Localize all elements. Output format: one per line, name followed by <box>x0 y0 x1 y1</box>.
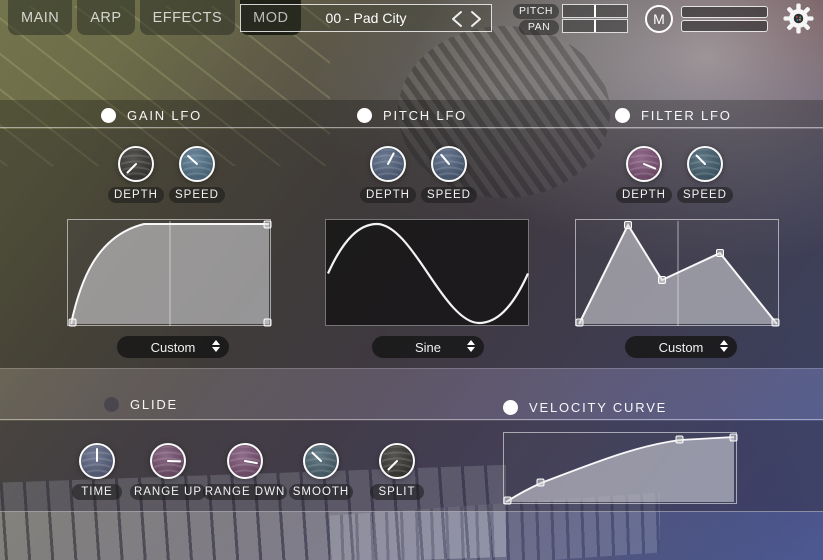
curve-handle[interactable] <box>504 497 511 504</box>
preset-next-icon[interactable] <box>467 9 484 29</box>
pitch-lfo-toggle[interactable] <box>357 108 372 123</box>
gain-lfo-toggle[interactable] <box>101 108 116 123</box>
glide-header-band <box>0 368 823 420</box>
pitch-depth-knob[interactable] <box>370 146 406 182</box>
gain-wave-dropdown[interactable]: Custom <box>117 336 229 358</box>
wave-line <box>328 224 528 323</box>
mono-button[interactable]: M <box>645 5 673 33</box>
velocity-curve-header: VELOCITY CURVE <box>503 400 667 415</box>
glide-smooth-knob[interactable] <box>303 443 339 479</box>
pan-slider[interactable] <box>562 19 628 33</box>
filter-speed-label: SPEED <box>677 187 733 203</box>
wave-handle[interactable] <box>69 319 76 326</box>
glide-title: GLIDE <box>130 397 178 412</box>
curve-fill <box>506 437 734 502</box>
wave-handle[interactable] <box>659 277 666 284</box>
pitch-slider[interactable] <box>562 4 628 18</box>
gain-speed-knob[interactable] <box>179 146 215 182</box>
gain-lfo-wave-display[interactable] <box>67 219 271 326</box>
glide-range-dwn-knob[interactable] <box>227 443 263 479</box>
velocity-curve-title: VELOCITY CURVE <box>529 400 667 415</box>
wave-handle[interactable] <box>576 319 583 326</box>
curve-handle[interactable] <box>537 479 544 486</box>
pitch-speed-knob[interactable] <box>431 146 467 182</box>
glide-range-up-knob[interactable] <box>150 443 186 479</box>
glide-smooth-label: SMOOTH <box>289 484 353 500</box>
curve-handle[interactable] <box>676 436 683 443</box>
tab-arp[interactable]: ARP <box>77 0 134 35</box>
pitch-lfo-title: PITCH LFO <box>383 108 467 123</box>
wave-handle[interactable] <box>625 222 632 229</box>
pan-label: PAN <box>519 20 559 35</box>
pitch-lfo-header: PITCH LFO <box>357 108 467 123</box>
pitch-label: PITCH <box>513 4 559 19</box>
filter-depth-label: DEPTH <box>616 187 672 203</box>
pitch-slider-handle[interactable] <box>594 5 596 17</box>
filter-wave-value: Custom <box>659 340 704 355</box>
wave-fill <box>71 224 269 324</box>
glide-toggle[interactable] <box>104 397 119 412</box>
gain-speed-label: SPEED <box>169 187 225 203</box>
gain-depth-knob[interactable] <box>118 146 154 182</box>
glide-split-label: SPLIT <box>370 484 424 500</box>
tab-effects[interactable]: EFFECTS <box>140 0 236 35</box>
wave-handle[interactable] <box>717 250 724 257</box>
glide-time-knob[interactable] <box>79 443 115 479</box>
preset-prev-icon[interactable] <box>449 9 466 29</box>
meter-bar-right <box>681 20 768 32</box>
filter-lfo-toggle[interactable] <box>615 108 630 123</box>
dropdown-arrows-icon <box>212 340 220 352</box>
glide-time-label: TIME <box>72 484 122 500</box>
dropdown-arrows-icon <box>467 340 475 352</box>
plugin-window: MAIN ARP EFFECTS MOD 00 - Pad City PITCH… <box>0 0 823 560</box>
filter-speed-knob[interactable] <box>687 146 723 182</box>
filter-wave-dropdown[interactable]: Custom <box>625 336 737 358</box>
preset-arrows <box>449 9 484 29</box>
pitch-wave-dropdown[interactable]: Sine <box>372 336 484 358</box>
curve-handle[interactable] <box>730 434 737 441</box>
meter-bar-left <box>681 6 768 18</box>
knob-pointer <box>151 444 184 477</box>
tab-main[interactable]: MAIN <box>8 0 72 35</box>
pitch-wave-value: Sine <box>415 340 441 355</box>
filter-depth-knob[interactable] <box>626 146 662 182</box>
velocity-curve-toggle[interactable] <box>503 400 518 415</box>
pitch-speed-label: SPEED <box>421 187 477 203</box>
preset-name: 00 - Pad City <box>326 10 407 26</box>
gain-lfo-title: GAIN LFO <box>127 108 202 123</box>
preset-selector[interactable]: 00 - Pad City <box>240 4 492 32</box>
knob-pointer <box>81 445 113 477</box>
filter-lfo-wave-display[interactable] <box>575 219 779 326</box>
dropdown-arrows-icon <box>720 340 728 352</box>
gain-depth-label: DEPTH <box>108 187 164 203</box>
pitch-depth-label: DEPTH <box>360 187 416 203</box>
gain-lfo-header: GAIN LFO <box>101 108 202 123</box>
pan-slider-handle[interactable] <box>594 20 596 32</box>
pitch-lfo-wave-display[interactable] <box>325 219 529 326</box>
glide-range-up-label: RANGE UP <box>130 484 206 500</box>
wave-handle[interactable] <box>772 319 779 326</box>
velocity-curve-display[interactable] <box>503 432 737 504</box>
filter-lfo-title: FILTER LFO <box>641 108 732 123</box>
wave-handle[interactable] <box>264 221 271 228</box>
glide-header: GLIDE <box>104 397 178 412</box>
settings-gear-icon[interactable] <box>783 3 814 34</box>
knob-pointer <box>226 442 263 479</box>
glide-split-knob[interactable] <box>379 443 415 479</box>
filter-lfo-header: FILTER LFO <box>615 108 732 123</box>
glide-range-dwn-label: RANGE DWN <box>203 484 287 500</box>
wave-handle[interactable] <box>264 319 271 326</box>
gain-wave-value: Custom <box>151 340 196 355</box>
